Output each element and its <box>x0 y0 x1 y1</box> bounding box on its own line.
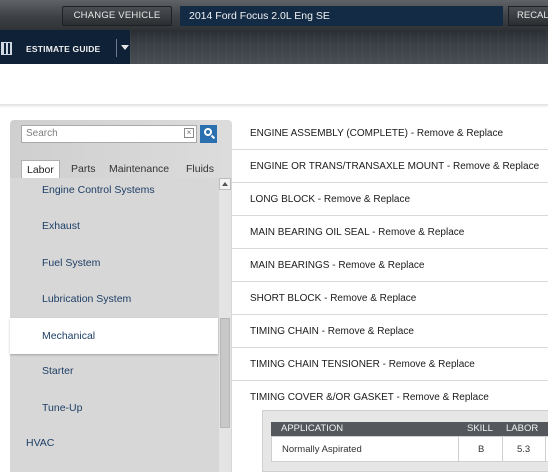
application-table-header: APPLICATION SKILL LABOR <box>271 422 548 436</box>
category-item-hvac[interactable]: HVAC <box>10 428 218 458</box>
application-skill: B <box>478 444 485 455</box>
category-item-mechanical[interactable]: Mechanical <box>10 318 218 354</box>
column-divider <box>545 437 546 461</box>
operation-row[interactable]: LONG BLOCK - Remove & Replace <box>232 183 548 216</box>
category-item-exhaust[interactable]: Exhaust <box>10 208 218 244</box>
operation-row[interactable]: ENGINE ASSEMBLY (COMPLETE) - Remove & Re… <box>232 117 548 150</box>
application-name: Normally Aspirated <box>282 444 362 455</box>
category-item-engine-control-systems[interactable]: Engine Control Systems <box>10 172 218 208</box>
calculator-icon <box>1 42 12 55</box>
vehicle-name: 2014 Ford Focus 2.0L Eng SE <box>180 6 503 26</box>
search-icon-handle <box>210 134 216 140</box>
recall-button[interactable]: RECAL <box>508 6 548 26</box>
category-item-lubrication-system[interactable]: Lubrication System <box>10 281 218 317</box>
category-item-tune-up[interactable]: Tune-Up <box>10 390 218 426</box>
header-application: APPLICATION <box>281 423 344 434</box>
search-input[interactable]: Search <box>21 125 197 143</box>
category-item-fuel-system[interactable]: Fuel System <box>10 245 218 281</box>
header-skill: SKILL <box>467 423 493 434</box>
operation-row[interactable]: ENGINE OR TRANS/TRANSAXLE MOUNT - Remove… <box>232 150 548 183</box>
application-row[interactable]: Normally Aspirated B 5.3 <box>271 436 548 462</box>
column-divider <box>502 437 503 461</box>
header-shadow <box>0 104 548 108</box>
column-divider <box>458 437 459 461</box>
operation-row[interactable]: SHORT BLOCK - Remove & Replace <box>232 282 548 315</box>
chevron-down-icon[interactable] <box>121 45 129 50</box>
scrollbar-thumb[interactable] <box>220 318 230 428</box>
operation-row[interactable]: TIMING CHAIN - Remove & Replace <box>232 315 548 348</box>
estimate-guide-divider <box>116 39 117 57</box>
nav-bar-pattern <box>130 30 548 64</box>
change-vehicle-button[interactable]: CHANGE VEHICLE <box>62 6 172 26</box>
estimate-guide-label[interactable]: ESTIMATE GUIDE <box>26 44 100 54</box>
header-labor: LABOR <box>506 423 539 434</box>
application-labor: 5.3 <box>517 444 531 455</box>
scroll-up-icon[interactable] <box>219 178 231 190</box>
operation-row[interactable]: MAIN BEARINGS - Remove & Replace <box>232 249 548 282</box>
operation-row[interactable]: TIMING CHAIN TENSIONER - Remove & Replac… <box>232 348 548 381</box>
operation-row[interactable]: MAIN BEARING OIL SEAL - Remove & Replace <box>232 216 548 249</box>
category-item-starter[interactable]: Starter <box>10 353 218 389</box>
search-button[interactable] <box>200 125 217 143</box>
clear-icon[interactable]: × <box>184 128 194 138</box>
